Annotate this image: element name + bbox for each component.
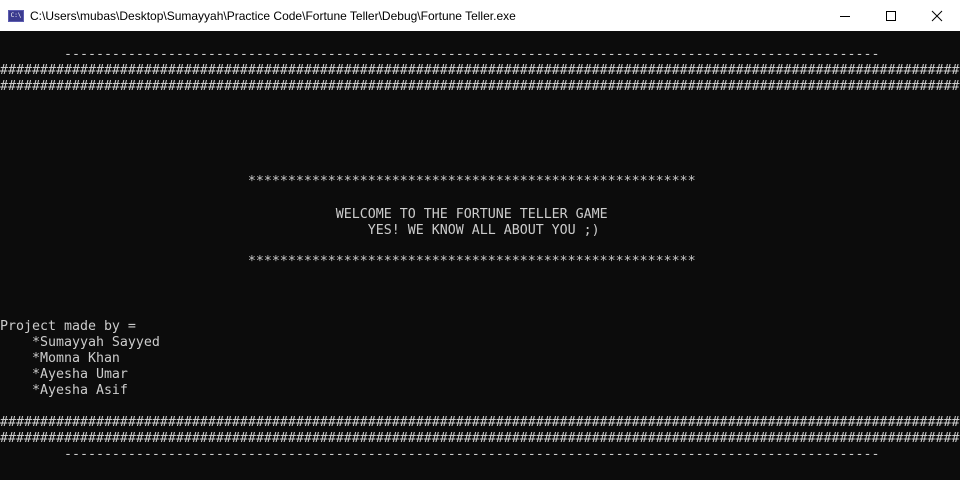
team-member: *Ayesha Asif xyxy=(0,383,128,398)
window-controls xyxy=(822,0,960,31)
minimize-button[interactable] xyxy=(822,0,868,31)
bottom-hash-line-2: ########################################… xyxy=(0,431,960,446)
welcome-message: WELCOME TO THE FORTUNE TELLER GAME xyxy=(0,207,608,222)
bottom-hash-line-1: ########################################… xyxy=(0,415,960,430)
bottom-dash-line: ----------------------------------------… xyxy=(0,447,880,462)
title-bar[interactable]: C:\ C:\Users\mubas\Desktop\Sumayyah\Prac… xyxy=(0,0,960,31)
close-icon xyxy=(931,10,943,21)
top-dash-line: ----------------------------------------… xyxy=(0,47,880,62)
top-hash-line-1: ########################################… xyxy=(0,63,960,78)
team-member: *Sumayyah Sayyed xyxy=(0,335,160,350)
maximize-icon xyxy=(886,10,896,21)
team-member: *Momna Khan xyxy=(0,351,120,366)
console-output[interactable]: ----------------------------------------… xyxy=(0,31,960,480)
credits-heading: Project made by = xyxy=(0,319,136,334)
console-app-icon[interactable]: C:\ xyxy=(8,9,24,22)
window-title: C:\Users\mubas\Desktop\Sumayyah\Practice… xyxy=(30,8,516,23)
star-border-bottom: ****************************************… xyxy=(0,254,696,269)
console-window: C:\ C:\Users\mubas\Desktop\Sumayyah\Prac… xyxy=(0,0,960,480)
maximize-button[interactable] xyxy=(868,0,914,31)
top-hash-line-2: ########################################… xyxy=(0,79,960,94)
star-border-top: ****************************************… xyxy=(0,174,696,189)
team-member: *Ayesha Umar xyxy=(0,367,128,382)
minimize-icon xyxy=(840,15,850,17)
tagline-message: YES! WE KNOW ALL ABOUT YOU ;) xyxy=(0,223,600,238)
close-button[interactable] xyxy=(914,0,960,31)
